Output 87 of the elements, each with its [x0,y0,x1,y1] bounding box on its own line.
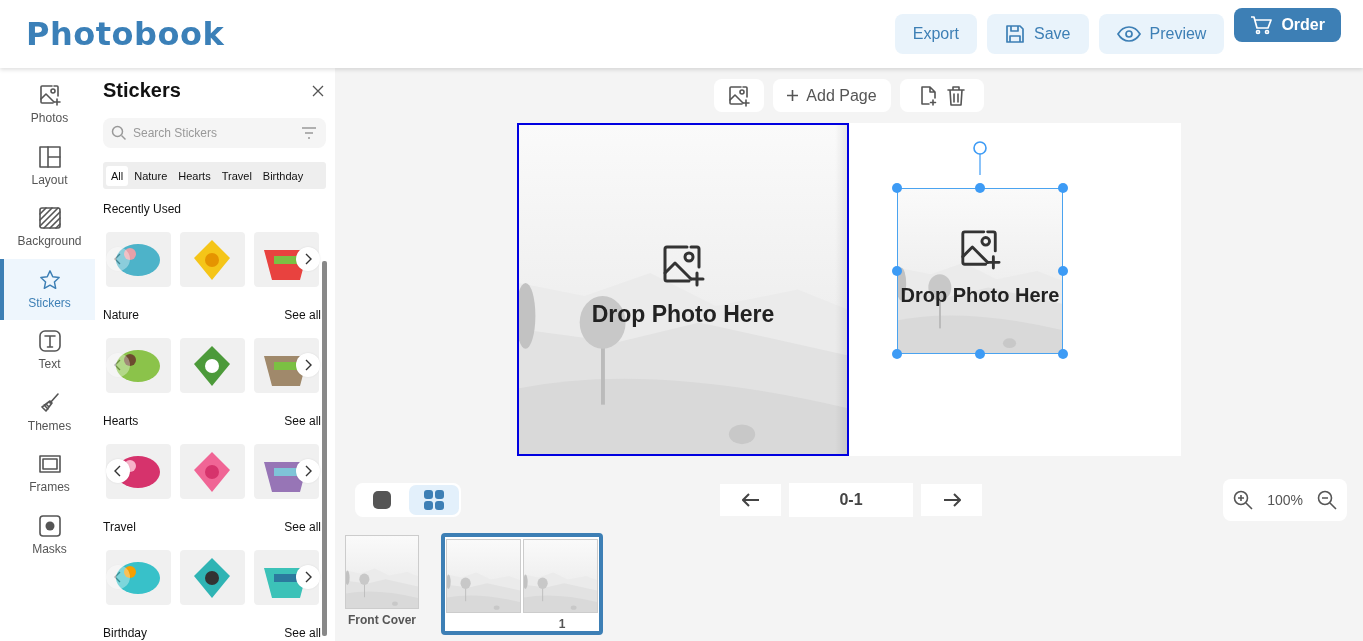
view-toggle[interactable] [409,485,459,515]
sidebar-item[interactable]: Photos [0,74,95,136]
sidebar-item[interactable]: Stickers [0,258,95,320]
resize-handle[interactable] [891,265,903,277]
rotate-handle[interactable] [972,140,988,175]
trash-icon [946,85,965,106]
left-arrow-icon [741,493,760,507]
scrollbar[interactable] [322,261,327,636]
section-title: Birthday [103,626,148,640]
layout-icon [38,145,61,168]
zoom-out-button[interactable] [1317,490,1337,510]
plus-icon [787,90,799,101]
resize-handle[interactable] [1057,348,1069,360]
star-icon [38,268,61,291]
drop-hint: Drop Photo Here [900,283,1060,307]
chevron-left-icon [113,571,123,583]
see-all-link[interactable]: See all [284,414,321,428]
grid-icon [424,490,444,510]
sidebar-item[interactable]: Background [0,197,95,259]
resize-handle[interactable] [1057,265,1069,277]
resize-handle[interactable] [1057,182,1069,194]
section-title: Recently Used [103,202,182,216]
order-button[interactable]: Order [1234,8,1341,42]
right-arrow-icon [942,493,961,507]
sidebar-item[interactable]: Layout [0,135,95,197]
add-photo-icon [661,243,705,287]
resize-handle[interactable] [891,348,903,360]
chevron-left-icon [113,253,123,265]
add-photo-icon [959,227,1001,270]
drop-hint: Drop Photo Here [591,301,775,328]
search-icon [111,125,127,141]
export-button[interactable]: Export [894,14,978,54]
zoom-in-button[interactable] [1233,490,1254,510]
chevron-left-icon [113,359,123,371]
floppy-icon [1005,24,1026,44]
filter-tab[interactable]: Birthday [257,165,309,186]
filter-tab[interactable]: All [106,165,129,186]
filter-tab[interactable]: Travel [216,165,257,186]
resize-handle[interactable] [891,182,903,194]
see-all-link[interactable]: See all [284,308,321,322]
sidebar-item[interactable]: Frames [0,443,95,505]
preview-button[interactable]: Preview [1098,14,1225,54]
page-indicator: 0-1 [789,483,913,517]
save-button[interactable]: Save [987,14,1089,54]
filter-icon[interactable] [301,126,317,140]
sidebar-item[interactable]: Masks [0,504,95,566]
eye-icon [1116,26,1141,42]
hatch-icon [38,207,61,230]
square-icon [373,491,391,509]
app-logo: Photobook [26,15,225,53]
chevron-right-icon [303,253,313,265]
resize-handle[interactable] [974,182,986,194]
cart-icon [1250,15,1273,35]
sidebar-item[interactable]: Text [0,320,95,382]
panel-title: Stickers [103,79,181,102]
search-field[interactable]: Search Stickers [103,118,326,148]
chevron-left-icon [113,465,123,477]
see-all-link[interactable]: See all [284,626,321,640]
filter-tab[interactable]: Nature [129,165,173,186]
section-title: Hearts [103,414,139,428]
add-page-button[interactable]: Add Page [773,79,891,112]
duplicate-icon [918,85,937,106]
sidebar-item[interactable]: Themes [0,381,95,443]
filter-tab[interactable]: Hearts [173,165,216,186]
previous-button[interactable] [106,353,130,377]
add-photo-icon [38,84,61,107]
chevron-right-icon [303,571,313,583]
next-page-button[interactable] [921,484,982,516]
page-thumbnail[interactable]: 1 [441,533,603,635]
previous-page-button[interactable] [720,484,781,516]
brush-icon [38,391,61,414]
resize-handle[interactable] [974,348,986,360]
add-photo-button[interactable] [714,79,765,112]
chevron-right-icon [303,359,313,371]
section-title: Nature [103,308,140,322]
see-all-link[interactable]: See all [284,520,321,534]
photo-slot[interactable]: Drop Photo Here [519,125,847,454]
frame-icon [38,453,61,476]
text-icon [38,330,61,353]
zoom-level: 100% [1267,492,1303,508]
mask-icon [38,514,61,537]
section-title: Travel [103,520,136,534]
add-photo-icon [728,84,751,107]
photo-frame[interactable]: Drop Photo Here [897,188,1063,354]
chevron-right-icon [303,465,313,477]
album-page[interactable]: Drop Photo Here [849,123,1181,456]
page-actions[interactable] [899,79,984,112]
